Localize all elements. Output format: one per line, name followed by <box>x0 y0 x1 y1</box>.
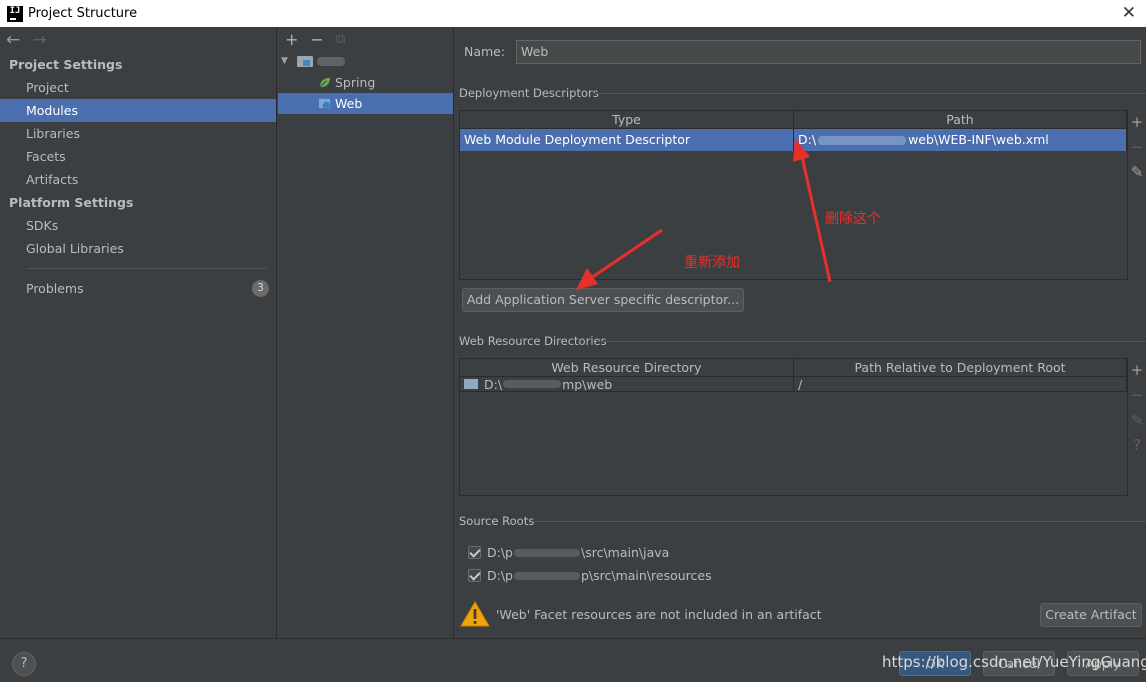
expand-triangle-icon[interactable]: ▼ <box>281 51 297 72</box>
annotation-delete-this: 删除这个 <box>825 211 881 227</box>
copy-icon[interactable]: ⧉ <box>336 32 345 47</box>
blurred-path-segment <box>513 548 580 557</box>
column-header-relative-path[interactable]: Path Relative to Deployment Root <box>794 359 1127 376</box>
help-icon[interactable]: ? <box>12 652 36 676</box>
path-suffix: web\WEB-INF\web.xml <box>908 132 1049 147</box>
add-resource-icon[interactable]: + <box>1131 361 1144 379</box>
problems-count-badge: 3 <box>252 280 269 297</box>
title-bar: IJ Project Structure ✕ <box>0 0 1146 27</box>
nav-item-modules[interactable]: Modules <box>0 99 276 122</box>
remove-icon[interactable]: − <box>310 30 323 49</box>
annotation-re-add: 重新添加 <box>684 255 740 271</box>
edit-descriptor-icon[interactable]: ✎ <box>1131 163 1144 181</box>
warning-text: 'Web' Facet resources are not included i… <box>496 606 822 622</box>
problems-label: Problems <box>26 281 84 296</box>
blurred-path-segment <box>503 380 562 388</box>
table-header: Type Path <box>460 111 1127 129</box>
warning-triangle-icon <box>460 601 490 627</box>
descriptor-type-cell: Web Module Deployment Descriptor <box>460 129 794 151</box>
add-icon[interactable]: + <box>285 30 298 49</box>
name-input[interactable]: Web <box>516 40 1141 64</box>
forward-arrow-icon[interactable]: → <box>32 30 46 50</box>
group-divider <box>534 521 1146 522</box>
web-facet-icon <box>318 98 331 110</box>
deployment-descriptors-table: Type Path Web Module Deployment Descript… <box>459 110 1128 280</box>
blurred-path-segment <box>513 571 580 580</box>
nav-item-global-libraries[interactable]: Global Libraries <box>0 237 276 260</box>
path-suffix: p\src\main\resources <box>580 568 712 583</box>
project-settings-heading: Project Settings <box>9 57 123 72</box>
tree-item-label: Spring <box>335 75 376 90</box>
web-resource-directories-heading: Web Resource Directories <box>459 334 607 348</box>
blurred-module-name <box>317 57 345 66</box>
source-root-java[interactable]: D:\p \src\main\java <box>468 545 669 560</box>
blurred-path-segment <box>818 135 907 145</box>
path-suffix: \src\main\java <box>580 545 670 560</box>
intellij-logo-icon: IJ <box>7 5 23 22</box>
group-divider <box>597 341 1146 342</box>
web-resource-directories-table: Web Resource Directory Path Relative to … <box>459 358 1128 496</box>
column-header-type[interactable]: Type <box>460 111 794 128</box>
column-header-directory[interactable]: Web Resource Directory <box>460 359 794 376</box>
module-tree-panel: + − ⧉ ▼ Spring Web <box>278 27 454 638</box>
back-arrow-icon[interactable]: ← <box>6 30 20 50</box>
help-resource-icon[interactable]: ? <box>1133 436 1141 454</box>
path-prefix: D:\p <box>487 545 513 560</box>
group-divider <box>593 93 1146 94</box>
close-icon[interactable]: ✕ <box>1122 3 1136 23</box>
tree-toolbar: + − ⧉ <box>278 27 453 51</box>
tree-root-module[interactable]: ▼ <box>278 51 453 72</box>
source-root-path: D:\p \src\main\java <box>487 545 669 560</box>
watermark: https://blog.csdn.net/YueYingGuang <box>882 653 1146 671</box>
relative-path-cell: / <box>794 377 1127 391</box>
add-descriptor-icon[interactable]: + <box>1131 113 1144 131</box>
nav-item-sdks[interactable]: SDKs <box>0 214 276 237</box>
deployment-descriptors-heading: Deployment Descriptors <box>459 86 599 100</box>
dialog-button-bar: ? OK Cancel Apply https://blog.csdn.net/… <box>0 638 1146 682</box>
left-navigation: ← → Project Settings Project Modules Lib… <box>0 27 277 638</box>
source-root-checkbox[interactable] <box>468 546 481 559</box>
spring-leaf-icon <box>319 77 331 88</box>
tree-item-label: Web <box>335 96 363 111</box>
window-title: Project Structure <box>28 6 138 21</box>
nav-item-problems[interactable]: Problems 3 <box>0 277 276 300</box>
tree-item-spring[interactable]: Spring <box>278 72 453 93</box>
resource-side-toolbar: + − ✎ ? <box>1128 361 1146 454</box>
descriptor-path-cell: D:\ web\WEB-INF\web.xml <box>794 129 1127 151</box>
directory-prefix: D:\ <box>484 377 503 391</box>
facet-settings-panel: Name: Web Deployment Descriptors Type Pa… <box>455 27 1146 638</box>
directory-suffix: mp\web <box>562 377 613 391</box>
table-row[interactable]: D:\ mp\web / <box>460 377 1127 392</box>
name-label: Name: <box>464 44 506 59</box>
nav-item-libraries[interactable]: Libraries <box>0 122 276 145</box>
nav-divider <box>26 268 267 269</box>
module-folder-icon <box>297 56 313 67</box>
remove-resource-icon[interactable]: − <box>1131 386 1144 404</box>
source-root-checkbox[interactable] <box>468 569 481 582</box>
nav-item-artifacts[interactable]: Artifacts <box>0 168 276 191</box>
table-header: Web Resource Directory Path Relative to … <box>460 359 1127 377</box>
create-artifact-button[interactable]: Create Artifact <box>1040 603 1142 627</box>
nav-arrows: ← → <box>0 27 276 53</box>
source-root-path: D:\p p\src\main\resources <box>487 568 712 583</box>
web-folder-icon <box>464 379 478 389</box>
source-root-resources[interactable]: D:\p p\src\main\resources <box>468 568 712 583</box>
nav-item-project[interactable]: Project <box>0 76 276 99</box>
column-header-path[interactable]: Path <box>794 111 1127 128</box>
path-prefix: D:\p <box>487 568 513 583</box>
remove-descriptor-icon[interactable]: − <box>1131 138 1144 156</box>
edit-resource-icon[interactable]: ✎ <box>1131 411 1144 429</box>
path-prefix: D:\ <box>798 132 817 147</box>
add-server-descriptor-button[interactable]: Add Application Server specific descript… <box>462 288 744 312</box>
source-roots-heading: Source Roots <box>459 514 535 528</box>
directory-cell: D:\ mp\web <box>460 377 794 391</box>
nav-item-facets[interactable]: Facets <box>0 145 276 168</box>
tree-item-web[interactable]: Web <box>278 93 453 114</box>
descriptor-side-toolbar: + − ✎ <box>1128 113 1146 181</box>
artifact-warning: 'Web' Facet resources are not included i… <box>460 600 822 628</box>
table-row[interactable]: Web Module Deployment Descriptor D:\ web… <box>460 129 1127 151</box>
platform-settings-heading: Platform Settings <box>9 195 134 210</box>
